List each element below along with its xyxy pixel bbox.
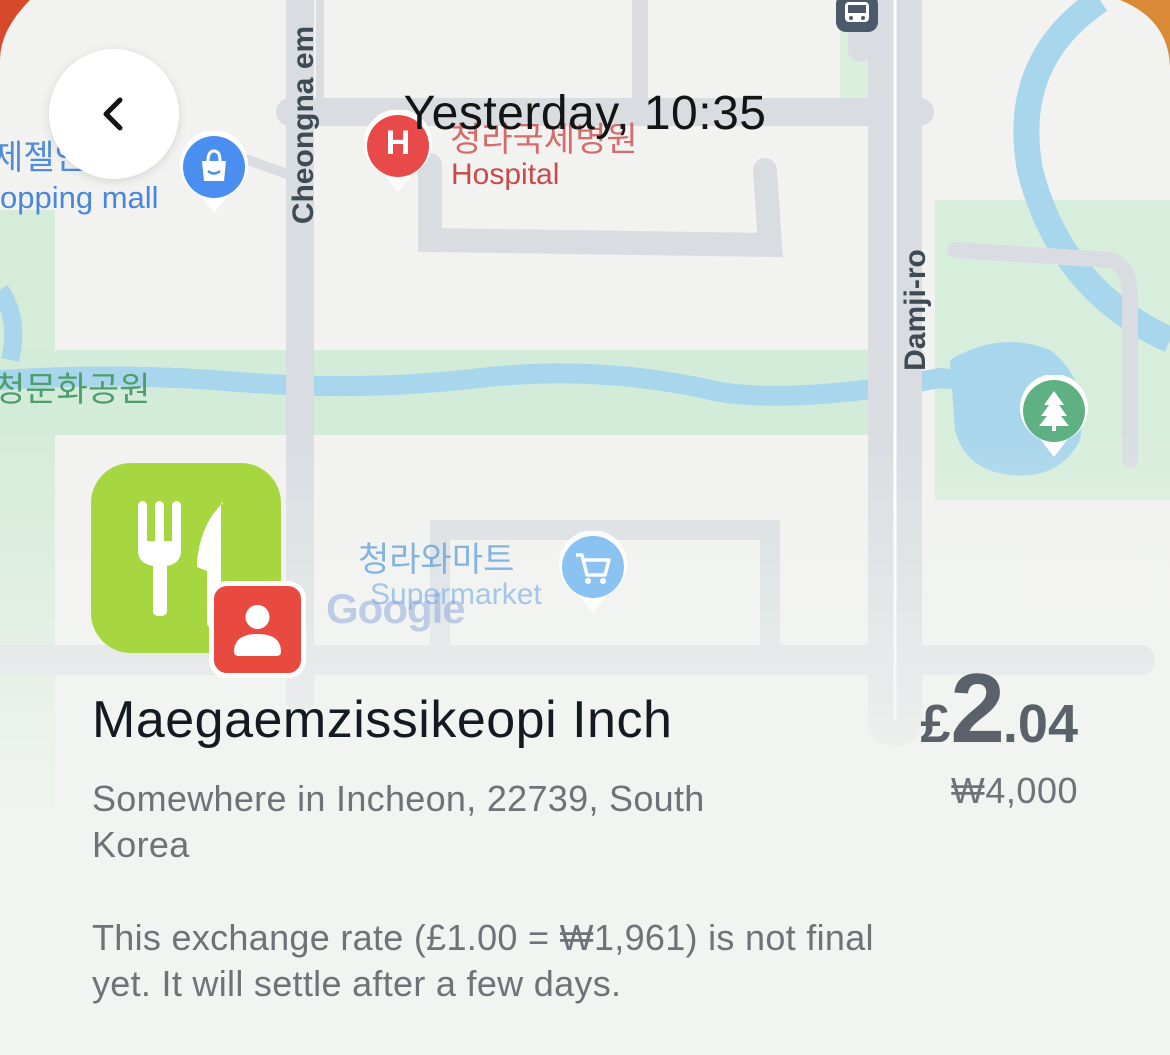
- cart-icon: [559, 530, 627, 613]
- map-label-supermarket-korean: 청라와마트: [358, 541, 515, 579]
- amount-minor: .04: [1002, 694, 1078, 754]
- bus-icon: [836, 0, 878, 32]
- amount-currency-symbol: £: [920, 694, 951, 754]
- google-logo: Google: [326, 585, 466, 633]
- local-currency-amount: ₩4,000: [950, 770, 1078, 811]
- map-label-hospital-english: Hospital: [451, 158, 560, 191]
- tree-icon: [1020, 374, 1088, 457]
- shopping-bag-icon: [180, 130, 248, 213]
- park-pin[interactable]: [1018, 374, 1090, 459]
- map-label-mall-english: opping mall: [0, 180, 159, 215]
- amount-major: 2: [950, 653, 1004, 763]
- merchant-address: Somewhere in Incheon, 22739, South Korea: [92, 778, 705, 865]
- bus-stop-marker[interactable]: [834, 0, 880, 34]
- google-logo-text: Google: [326, 585, 466, 632]
- map-label-park-korean: 청문화공원: [0, 371, 151, 409]
- map-label-street-damji: Damji-ro: [899, 249, 932, 371]
- supermarket-pin[interactable]: [557, 530, 629, 615]
- exchange-rate-note: This exchange rate (£1.00 = ₩1,961) is n…: [92, 917, 874, 1004]
- person-icon: [234, 605, 281, 656]
- shopping-mall-pin[interactable]: [178, 130, 250, 215]
- person-badge: [209, 581, 306, 678]
- merchant-name: Maegaemzissikeopi Inch: [92, 691, 673, 749]
- page-title: Yesterday, 10:35: [403, 87, 767, 140]
- amount: £2.04: [920, 652, 1078, 765]
